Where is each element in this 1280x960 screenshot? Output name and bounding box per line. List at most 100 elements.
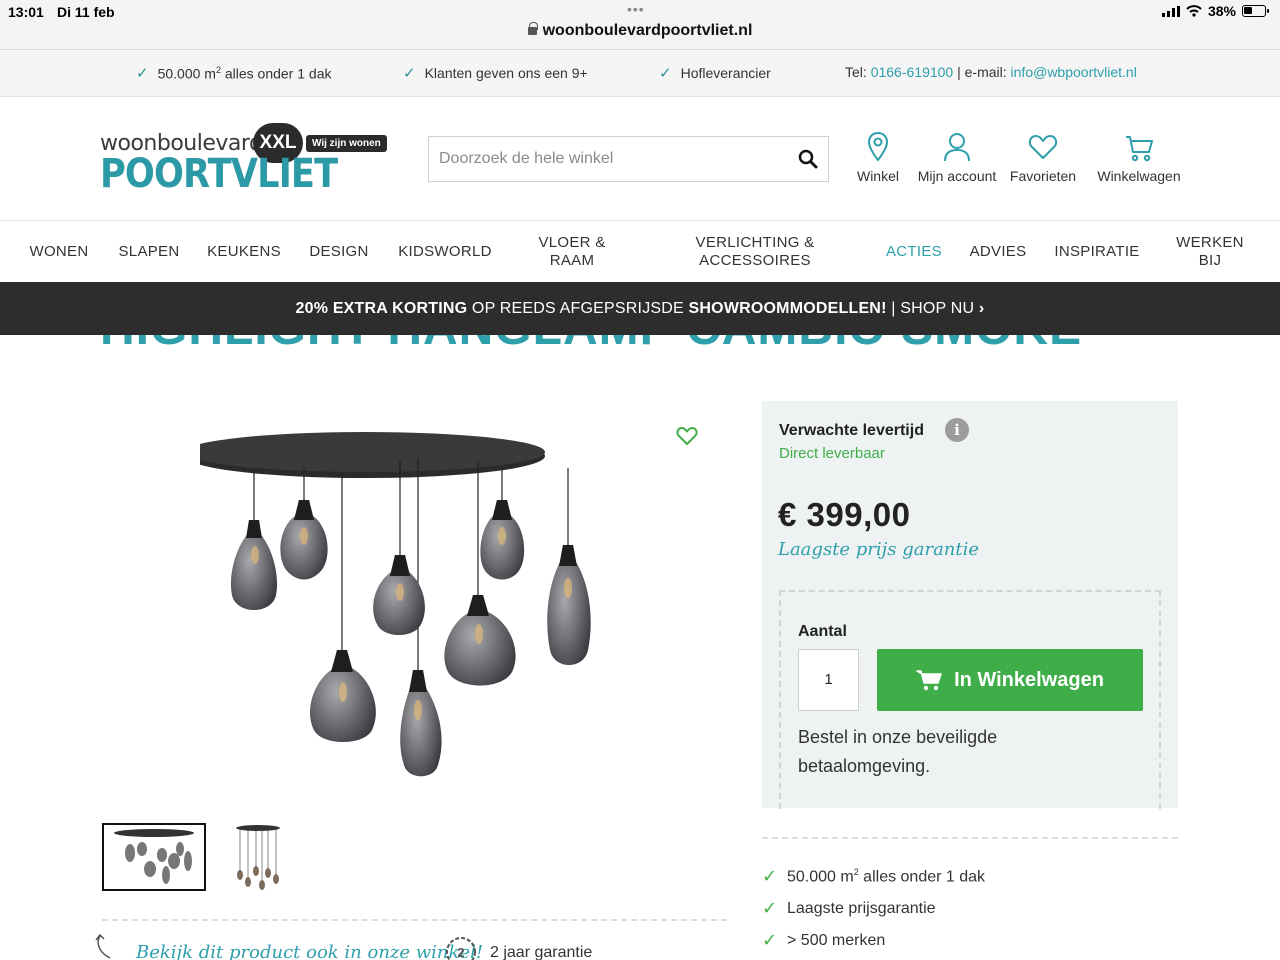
usp-item: ✓ Klanten geven ons een 9+	[403, 64, 588, 82]
promo-bold-1: 20% EXTRA KORTING	[295, 300, 468, 317]
usp-text-main: 50.000 m	[787, 868, 854, 886]
site-header: woonboulevard XXL Wij zijn wonen POORTVL…	[0, 97, 1280, 221]
site-logo[interactable]: woonboulevard XXL Wij zijn wonen POORTVL…	[100, 121, 392, 199]
usp-text: Klanten geven ons een 9+	[424, 65, 588, 81]
url-text: woonboulevardpoortvliet.nl	[542, 22, 753, 39]
add-to-cart-button[interactable]: In Winkelwagen	[877, 649, 1143, 711]
quantity-label: Aantal	[798, 623, 847, 640]
wishlist-heart-icon[interactable]	[676, 426, 698, 446]
delivery-status: Direct leverbaar	[779, 445, 885, 462]
product-price: € 399,00	[778, 496, 911, 533]
buy-box: Verwachte levertijd i Direct leverbaar €…	[762, 401, 1178, 809]
warranty-badge-number: 2	[457, 945, 464, 960]
store-link[interactable]: Winkel	[850, 131, 906, 184]
check-icon: ✓	[762, 866, 778, 886]
product-image[interactable]	[200, 420, 620, 790]
nav-item-wonen[interactable]: WONEN	[18, 221, 100, 282]
usp-text: Laagste prijsgarantie	[787, 899, 936, 917]
signal-icon	[1161, 5, 1180, 17]
nav-item-advies[interactable]: ADVIES	[962, 221, 1034, 282]
delivery-label: Verwachte levertijd	[779, 422, 924, 439]
phone-link[interactable]: 0166-619100	[871, 64, 954, 80]
thumbnail-image	[114, 829, 194, 884]
browser-status-bar: 13:01 Di 11 feb ••• 38% woonboulevardpoo…	[0, 0, 1280, 50]
nav-item-keukens[interactable]: KEUKENS	[200, 221, 288, 282]
usp-text-main: 50.000 m	[157, 65, 216, 82]
store-label: Winkel	[856, 168, 899, 184]
status-date: Di 11 feb	[57, 4, 115, 20]
search-input[interactable]	[439, 137, 779, 181]
address-bar[interactable]: woonboulevardpoortvliet.nl	[0, 22, 1280, 40]
nav-item-kidsworld[interactable]: KIDSWORLD	[392, 221, 498, 282]
battery-icon	[1242, 5, 1269, 17]
usp-list-item: ✓ > 500 merken	[762, 930, 885, 951]
add-to-cart-panel: Aantal 1 In Winkelwagen Bestel in onze b…	[779, 590, 1161, 809]
usp-bar: ✓ 50.000 m2 alles onder 1 dak ✓ Klanten …	[0, 50, 1280, 97]
warranty-badge-icon: 2	[446, 937, 476, 960]
email-label: | e-mail:	[953, 64, 1011, 80]
promo-banner[interactable]: 20% EXTRA KORTING OP REEDS AFGEPSRIJSDE …	[0, 282, 1280, 335]
promo-bold-2: SHOWROOMMODELLEN!	[688, 300, 887, 317]
nav-item-slapen[interactable]: SLAPEN	[110, 221, 188, 282]
info-icon[interactable]: i	[945, 418, 969, 442]
usp-list-item: ✓ Laagste prijsgarantie	[762, 898, 936, 919]
usp-text: 50.000 m2 alles onder 1 dak	[158, 65, 332, 82]
nav-item-inspiratie[interactable]: INSPIRATIE	[1048, 221, 1146, 282]
title-clip: HIGHLIGHT HANGLAMP CAMBIO SMOKE	[0, 335, 1280, 365]
usp-item: ✓ Hofleverancier	[659, 64, 771, 82]
cart-icon	[1126, 136, 1153, 162]
promo-text-2: | SHOP NU	[886, 300, 979, 317]
user-icon	[944, 133, 970, 162]
location-pin-icon	[867, 131, 889, 162]
usp-text: > 500 merken	[787, 931, 886, 949]
usp-item: ✓ 50.000 m2 alles onder 1 dak	[136, 64, 332, 82]
nav-item-design[interactable]: DESIGN	[300, 221, 378, 282]
usp-text: 50.000 m2 alles onder 1 dak	[787, 867, 985, 886]
logo-main-text: POORTVLIET	[100, 151, 338, 197]
main-nav: WONEN SLAPEN KEUKENS DESIGN KIDSWORLD VL…	[0, 221, 1280, 282]
status-time: 13:01	[8, 4, 44, 20]
nav-item-werken-bij[interactable]: WERKEN BIJ	[1166, 221, 1254, 282]
nav-item-verlichting[interactable]: VERLICHTING & ACCESSOIRES	[670, 221, 840, 282]
usp-text-rest: alles onder 1 dak	[220, 65, 332, 82]
heart-icon	[1028, 135, 1058, 159]
status-indicators: 38%	[1161, 3, 1269, 19]
search-icon[interactable]	[798, 149, 818, 169]
page-title: HIGHLIGHT HANGLAMP CAMBIO SMOKE	[100, 335, 1082, 356]
promo-text-1: OP REEDS AFGEPSRIJSDE	[467, 300, 689, 317]
header-icons: Winkel Mijn account Favorieten Winkelwag…	[850, 131, 1187, 184]
thumbnail-1[interactable]	[102, 823, 206, 891]
price-guarantee: Laagste prijs garantie	[778, 539, 980, 560]
browser-more-icon[interactable]: •••	[627, 1, 645, 17]
email-link[interactable]: info@wbpoortvliet.nl	[1011, 64, 1137, 80]
wifi-icon	[1186, 5, 1202, 17]
check-icon: ✓	[659, 65, 672, 82]
showroom-link[interactable]: Bekijk dit product ook in onze winkel!	[136, 942, 483, 960]
secure-payment-text: Bestel in onze beveiligde betaalomgeving…	[798, 727, 998, 776]
check-icon: ✓	[762, 930, 778, 950]
account-link[interactable]: Mijn account	[911, 131, 1003, 184]
cart-icon	[916, 670, 942, 691]
usp-text: Hofleverancier	[680, 65, 771, 81]
favorites-label: Favorieten	[1009, 168, 1077, 184]
check-icon: ✓	[136, 65, 149, 82]
battery-percent: 38%	[1207, 3, 1236, 19]
chevron-right-icon: ›	[978, 300, 985, 317]
nav-item-acties[interactable]: ACTIES	[876, 221, 952, 282]
search-box	[428, 136, 829, 182]
cart-link[interactable]: Winkelwagen	[1091, 131, 1187, 184]
contact-info: Tel: 0166-619100 | e-mail: info@wbpoortv…	[845, 64, 1137, 80]
quantity-input[interactable]: 1	[798, 649, 859, 711]
lock-icon	[527, 22, 538, 35]
account-label: Mijn account	[917, 168, 997, 184]
add-to-cart-label: In Winkelwagen	[954, 668, 1104, 691]
usp-text-rest: alles onder 1 dak	[858, 868, 986, 886]
nav-item-vloer-raam[interactable]: VLOER & RAAM	[520, 221, 624, 282]
cart-label: Winkelwagen	[1097, 168, 1181, 184]
thumbnail-image	[236, 825, 280, 890]
check-icon: ✓	[762, 898, 778, 918]
tel-label: Tel:	[845, 64, 871, 80]
thumbnail-2[interactable]	[206, 823, 310, 891]
logo-tagline: Wij zijn wonen	[306, 135, 387, 152]
favorites-link[interactable]: Favorieten	[1003, 131, 1083, 184]
